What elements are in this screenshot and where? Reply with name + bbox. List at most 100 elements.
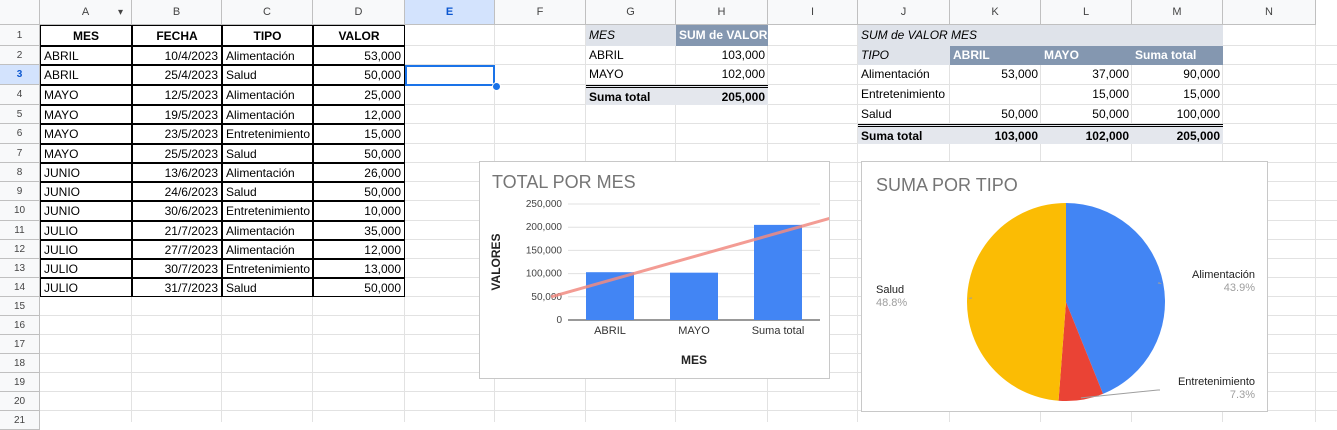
table-cell-fecha[interactable]: 25/5/2023 (132, 144, 222, 163)
column-header-h[interactable]: H (676, 0, 768, 25)
pivot1-total-label[interactable]: Suma total (586, 85, 676, 105)
column-header-i[interactable]: I (768, 0, 858, 25)
pivot1-row-value[interactable]: 102,000 (676, 65, 768, 85)
table-cell-mes[interactable]: JUNIO (40, 163, 132, 182)
row-header-3[interactable]: 3 (0, 65, 40, 85)
pivot2-header-1[interactable]: ABRIL (950, 46, 1041, 65)
table-cell-fecha[interactable]: 24/6/2023 (132, 182, 222, 201)
pivot1-row-label[interactable]: MAYO (586, 65, 676, 85)
table-cell-tipo[interactable]: Alimentación (222, 163, 313, 182)
table-header-fecha[interactable]: FECHA (132, 25, 222, 46)
row-header-15[interactable]: 15 (0, 297, 40, 316)
row-header-20[interactable]: 20 (0, 392, 40, 411)
table-cell-fecha[interactable]: 13/6/2023 (132, 163, 222, 182)
table-cell-mes[interactable]: JULIO (40, 221, 132, 240)
table-cell-valor[interactable]: 53,000 (313, 46, 405, 65)
table-cell-mes[interactable]: MAYO (40, 85, 132, 105)
row-header-17[interactable]: 17 (0, 335, 40, 354)
row-header-8[interactable]: 8 (0, 163, 40, 182)
select-all-corner[interactable] (0, 0, 40, 25)
table-cell-tipo[interactable]: Alimentación (222, 46, 313, 65)
table-cell-fecha[interactable]: 10/4/2023 (132, 46, 222, 65)
table-cell-fecha[interactable]: 27/7/2023 (132, 240, 222, 259)
row-header-4[interactable]: 4 (0, 85, 40, 105)
table-cell-fecha[interactable]: 25/4/2023 (132, 65, 222, 85)
table-cell-tipo[interactable]: Alimentación (222, 105, 313, 124)
table-cell-valor[interactable]: 15,000 (313, 124, 405, 144)
table-cell-fecha[interactable]: 21/7/2023 (132, 221, 222, 240)
table-cell-tipo[interactable]: Entretenimiento (222, 259, 313, 278)
column-header-j[interactable]: J (858, 0, 950, 25)
row-header-21[interactable]: 21 (0, 411, 40, 430)
pivot2-cell[interactable] (950, 85, 1041, 105)
row-header-18[interactable]: 18 (0, 354, 40, 373)
table-cell-tipo[interactable]: Alimentación (222, 221, 313, 240)
table-header-tipo[interactable]: TIPO (222, 25, 313, 46)
table-cell-valor[interactable]: 12,000 (313, 240, 405, 259)
table-cell-tipo[interactable]: Alimentación (222, 85, 313, 105)
table-cell-fecha[interactable]: 12/5/2023 (132, 85, 222, 105)
pivot2-header-2[interactable]: MAYO (1041, 46, 1132, 65)
table-cell-tipo[interactable]: Entretenimiento (222, 124, 313, 144)
table-cell-valor[interactable]: 50,000 (313, 182, 405, 201)
bar-chart-total-por-mes[interactable]: TOTAL POR MES 050,000100,000150,000200,0… (479, 161, 830, 379)
table-cell-tipo[interactable]: Entretenimiento (222, 201, 313, 221)
column-header-k[interactable]: K (950, 0, 1041, 25)
pivot1-row-label[interactable]: ABRIL (586, 46, 676, 65)
row-header-19[interactable]: 19 (0, 373, 40, 392)
table-cell-mes[interactable]: JULIO (40, 240, 132, 259)
table-cell-mes[interactable]: ABRIL (40, 46, 132, 65)
table-cell-mes[interactable]: MAYO (40, 144, 132, 163)
pivot1-row-value[interactable]: 103,000 (676, 46, 768, 65)
fill-handle[interactable] (492, 82, 501, 91)
pivot2-cell[interactable]: Alimentación (858, 65, 950, 85)
table-header-valor[interactable]: VALOR (313, 25, 405, 46)
table-header-mes[interactable]: MES (40, 25, 132, 46)
row-header-5[interactable]: 5 (0, 105, 40, 124)
column-header-c[interactable]: C (222, 0, 313, 25)
pivot2-cell[interactable]: 90,000 (1132, 65, 1223, 85)
column-header-l[interactable]: L (1041, 0, 1132, 25)
pivot2-header-0[interactable]: TIPO (858, 46, 950, 65)
table-cell-fecha[interactable]: 23/5/2023 (132, 124, 222, 144)
table-cell-tipo[interactable]: Salud (222, 144, 313, 163)
row-header-13[interactable]: 13 (0, 259, 40, 278)
pivot2-cell[interactable]: 100,000 (1132, 105, 1223, 124)
table-cell-valor[interactable]: 13,000 (313, 259, 405, 278)
pivot1-header-mes[interactable]: MES (586, 25, 676, 46)
table-cell-valor[interactable]: 12,000 (313, 105, 405, 124)
row-header-9[interactable]: 9 (0, 182, 40, 201)
pivot2-cell[interactable]: 50,000 (1041, 105, 1132, 124)
column-header-f[interactable]: F (495, 0, 586, 25)
table-cell-fecha[interactable]: 19/5/2023 (132, 105, 222, 124)
table-cell-mes[interactable]: ABRIL (40, 65, 132, 85)
table-cell-mes[interactable]: JUNIO (40, 201, 132, 221)
column-header-e[interactable]: E (405, 0, 495, 25)
row-header-14[interactable]: 14 (0, 278, 40, 297)
row-header-12[interactable]: 12 (0, 240, 40, 259)
pie-chart-suma-por-tipo[interactable]: SUMA POR TIPO Alimentación43.9%Entreteni… (861, 161, 1268, 412)
pivot2-cell[interactable]: Salud (858, 105, 950, 124)
table-cell-valor[interactable]: 50,000 (313, 65, 405, 85)
row-header-6[interactable]: 6 (0, 124, 40, 144)
pivot2-total-cell[interactable]: 102,000 (1041, 124, 1132, 144)
pivot2-title[interactable]: SUM de VALOR MES (858, 25, 1223, 46)
column-header-a[interactable]: A▾ (40, 0, 132, 25)
row-header-16[interactable]: 16 (0, 316, 40, 335)
table-cell-valor[interactable]: 50,000 (313, 144, 405, 163)
table-cell-valor[interactable]: 35,000 (313, 221, 405, 240)
column-filter-dropdown-icon[interactable]: ▾ (118, 0, 123, 25)
table-cell-tipo[interactable]: Salud (222, 278, 313, 297)
row-header-2[interactable]: 2 (0, 46, 40, 65)
pivot2-cell[interactable]: 15,000 (1041, 85, 1132, 105)
pivot1-header-sum[interactable]: SUM de VALOR (676, 25, 768, 46)
pivot2-total-cell[interactable]: Suma total (858, 124, 950, 144)
pivot2-cell[interactable]: 53,000 (950, 65, 1041, 85)
table-cell-mes[interactable]: JULIO (40, 259, 132, 278)
column-header-n[interactable]: N (1223, 0, 1316, 25)
table-cell-valor[interactable]: 10,000 (313, 201, 405, 221)
table-cell-tipo[interactable]: Alimentación (222, 240, 313, 259)
column-header-d[interactable]: D (313, 0, 405, 25)
row-header-10[interactable]: 10 (0, 201, 40, 221)
pivot2-cell[interactable]: 50,000 (950, 105, 1041, 124)
